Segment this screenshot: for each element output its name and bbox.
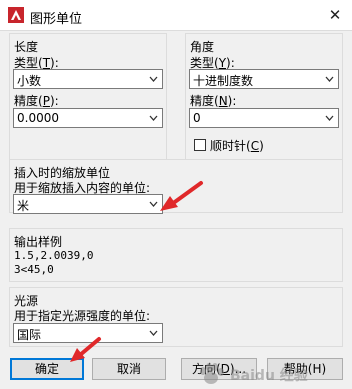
window-title: 图形单位	[30, 12, 83, 27]
sample-output-group: 输出样例 1.5,2.0039,0 3<45,0	[9, 228, 343, 282]
length-group-title: 长度	[14, 40, 39, 54]
length-precision-label: 精度(P):	[14, 94, 59, 108]
angle-group: 角度 类型(Y): 十进制度数 精度(N): 0 顺时针(C)	[185, 33, 343, 161]
sample-line: 3<45,0	[14, 263, 54, 276]
watermark: Baidu 经验	[194, 361, 344, 387]
clockwise-checkbox[interactable]	[194, 139, 206, 151]
red-pointer-arrow	[160, 181, 203, 211]
autocad-app-icon	[8, 7, 24, 23]
cancel-button[interactable]: 取消	[92, 358, 166, 380]
lighting-unit-value: 国际	[17, 328, 42, 342]
length-precision-select[interactable]: 0.0000	[13, 108, 163, 128]
chevron-down-icon	[149, 330, 158, 336]
insertion-unit-select[interactable]: 米	[13, 194, 163, 214]
angle-group-title: 角度	[190, 40, 215, 54]
title-bar: 图形单位 ✕	[0, 0, 352, 31]
length-precision-value: 0.0000	[17, 111, 59, 125]
close-icon: ✕	[328, 6, 342, 24]
clockwise-label[interactable]: 顺时针(C)	[210, 137, 264, 154]
lighting-group: 光源 用于指定光源强度的单位: 国际	[9, 287, 343, 347]
angle-type-select[interactable]: 十进制度数	[189, 69, 339, 89]
chevron-down-icon	[149, 76, 158, 82]
chevron-down-icon	[325, 76, 334, 82]
red-pointer-arrow	[70, 337, 101, 362]
angle-precision-value: 0	[193, 111, 201, 125]
length-group: 长度 类型(T): 小数 精度(P): 0.0000	[9, 33, 167, 161]
chevron-down-icon	[149, 115, 158, 121]
length-type-value: 小数	[17, 74, 42, 88]
length-type-select[interactable]: 小数	[13, 69, 163, 89]
chevron-down-icon	[325, 115, 334, 121]
angle-type-value: 十进制度数	[193, 74, 254, 88]
lighting-desc: 用于指定光源强度的单位:	[14, 309, 151, 323]
sample-group-title: 输出样例	[14, 235, 63, 249]
angle-precision-select[interactable]: 0	[189, 108, 339, 128]
angle-precision-label: 精度(N):	[190, 94, 237, 108]
close-button[interactable]: ✕	[322, 2, 348, 28]
chevron-down-icon	[149, 201, 158, 207]
insertion-unit-value: 米	[17, 199, 30, 213]
baidu-paw-icon	[200, 363, 224, 384]
watermark-text: Baidu 经验	[230, 368, 308, 384]
sample-line: 1.5,2.0039,0	[14, 249, 94, 262]
